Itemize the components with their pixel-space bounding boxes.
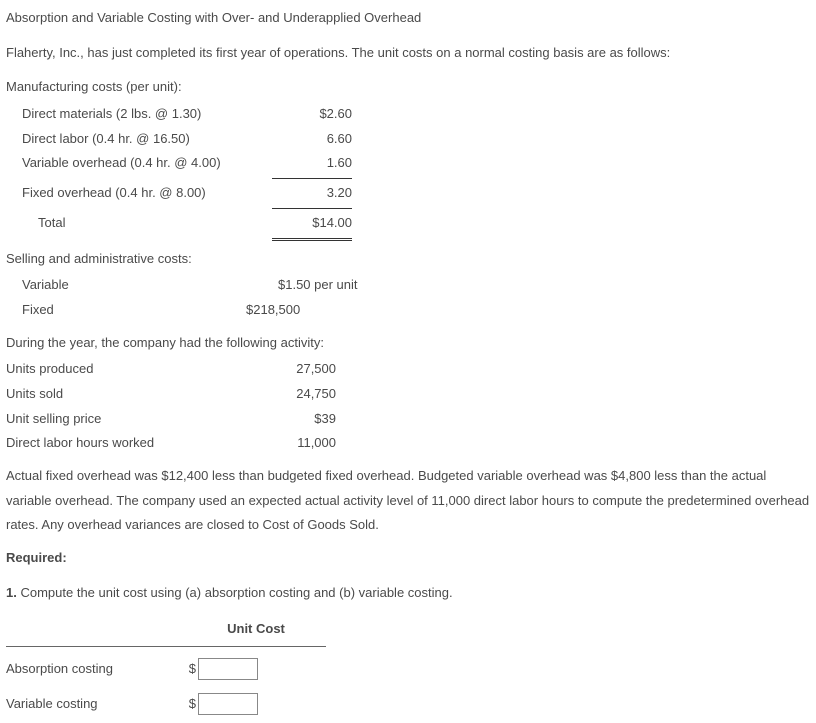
overhead-paragraph: Actual fixed overhead was $12,400 less t…	[6, 464, 810, 538]
units-produced-label: Units produced	[6, 357, 256, 382]
mfg-costs-heading: Manufacturing costs (per unit):	[6, 75, 810, 100]
units-sold-row: Units sold 24,750	[6, 382, 810, 407]
sa-fix-row: Fixed $218,500	[6, 298, 810, 323]
dlh-row: Direct labor hours worked 11,000	[6, 431, 810, 456]
variable-label: Variable costing	[6, 692, 186, 717]
units-produced-value: 27,500	[256, 357, 336, 382]
total-value: $14.00	[272, 208, 352, 241]
req1-number: 1.	[6, 585, 17, 600]
fo-row: Fixed overhead (0.4 hr. @ 8.00) 3.20	[6, 176, 810, 206]
sa-fix-label: Fixed	[22, 298, 240, 323]
units-sold-label: Units sold	[6, 382, 256, 407]
requirement-1: 1. Compute the unit cost using (a) absor…	[6, 581, 810, 606]
vo-label: Variable overhead (0.4 hr. @ 4.00)	[22, 151, 272, 176]
page-title: Absorption and Variable Costing with Ove…	[6, 6, 810, 31]
variable-cost-input[interactable]	[198, 693, 258, 715]
unit-selling-price-label: Unit selling price	[6, 407, 256, 432]
dl-value: 6.60	[272, 127, 352, 152]
sa-fix-value: $218,500	[240, 298, 400, 323]
fo-label: Fixed overhead (0.4 hr. @ 8.00)	[22, 181, 272, 206]
dlh-value: 11,000	[256, 431, 336, 456]
vo-row: Variable overhead (0.4 hr. @ 4.00) 1.60	[6, 151, 810, 176]
req1-text: Compute the unit cost using (a) absorpti…	[20, 585, 452, 600]
total-row: Total $14.00	[6, 206, 810, 241]
unit-selling-price-row: Unit selling price $39	[6, 407, 810, 432]
absorption-row: Absorption costing $	[6, 657, 326, 682]
answer-header-empty	[6, 617, 186, 646]
dollar-sign: $	[186, 692, 196, 717]
dm-row: Direct materials (2 lbs. @ 1.30) $2.60	[6, 102, 810, 127]
units-produced-row: Units produced 27,500	[6, 357, 810, 382]
activity-heading: During the year, the company had the fol…	[6, 331, 810, 356]
sa-var-label: Variable	[22, 273, 272, 298]
variable-row: Variable costing $	[6, 692, 326, 717]
sa-var-row: Variable $1.50 per unit	[6, 273, 810, 298]
vo-value: 1.60	[272, 151, 352, 176]
answer-table: Unit Cost Absorption costing $ Variable …	[6, 617, 810, 716]
intro-text: Flaherty, Inc., has just completed its f…	[6, 41, 810, 66]
dm-label: Direct materials (2 lbs. @ 1.30)	[22, 102, 272, 127]
sa-var-value: $1.50 per unit	[272, 273, 432, 298]
fo-value: 3.20	[272, 178, 352, 206]
units-sold-value: 24,750	[256, 382, 336, 407]
answer-header-row: Unit Cost	[6, 617, 326, 647]
total-label: Total	[38, 211, 272, 236]
unit-cost-header: Unit Cost	[186, 617, 326, 646]
unit-selling-price-value: $39	[256, 407, 336, 432]
dl-label: Direct labor (0.4 hr. @ 16.50)	[22, 127, 272, 152]
dm-value: $2.60	[272, 102, 352, 127]
sa-costs-heading: Selling and administrative costs:	[6, 247, 810, 272]
dl-row: Direct labor (0.4 hr. @ 16.50) 6.60	[6, 127, 810, 152]
dlh-label: Direct labor hours worked	[6, 431, 256, 456]
dollar-sign: $	[186, 657, 196, 682]
absorption-label: Absorption costing	[6, 657, 186, 682]
required-heading: Required:	[6, 546, 810, 571]
